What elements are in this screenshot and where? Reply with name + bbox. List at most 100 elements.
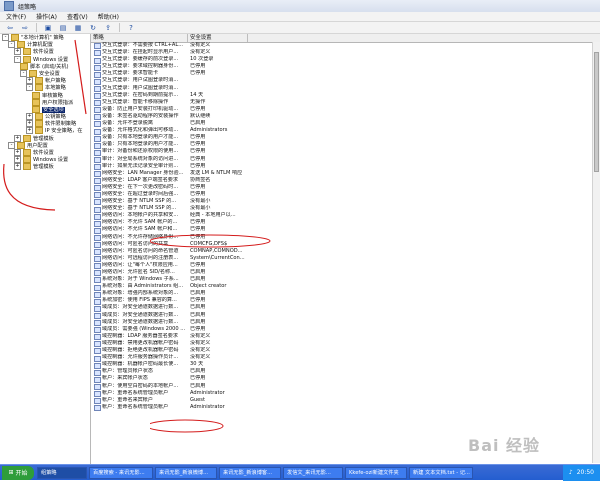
back-arrow-icon[interactable]: ⇦	[4, 22, 16, 33]
tree-item[interactable]: + 管理模板	[0, 163, 90, 171]
collapse-icon[interactable]: -	[8, 141, 15, 149]
policy-row[interactable]: 系统加密：使用 FIPS 兼容的算... 已停用	[91, 297, 600, 305]
policy-row[interactable]: 网络安全：基于 NTLM SSP 的... 没有最小	[91, 205, 600, 213]
policy-row[interactable]: 系统对象：由 Administrators 组... Object creator	[91, 283, 600, 291]
menu-file[interactable]: 文件(F)	[6, 12, 26, 21]
taskbar-button[interactable]: Kkefe-ozi新建文件夹	[345, 466, 407, 479]
collapse-icon[interactable]: -	[26, 84, 33, 92]
policy-row[interactable]: 网络访问：不允许 SAM 帐户的... 已停用	[91, 219, 600, 227]
taskbar-button[interactable]: 来讯无影_新浪微博...	[155, 466, 217, 479]
policy-row[interactable]: 设备：允许格式化和弹出可移动... Administrators	[91, 127, 600, 135]
policy-row[interactable]: 网络安全：基于 NTLM SSP 的... 没有最小	[91, 198, 600, 206]
tree-toggle-icon[interactable]: ▤	[57, 22, 69, 33]
collapse-icon[interactable]: -	[20, 69, 27, 77]
column-policy-header[interactable]: 策略	[91, 34, 188, 42]
policy-row[interactable]: 网络安全：在超过登录时间后强... 已停用	[91, 191, 600, 199]
properties-icon[interactable]: ▦	[72, 22, 84, 33]
menu-help[interactable]: 帮助(H)	[98, 12, 119, 21]
help-icon[interactable]: ?	[125, 22, 137, 33]
tree-item[interactable]: + 管理模板	[0, 134, 90, 142]
tree-item[interactable]: - "本地计算机" 策略	[0, 34, 90, 41]
policy-row[interactable]: 域控制器：LDAP 服务器签名要求 没有定义	[91, 333, 600, 341]
policy-row[interactable]: 网络访问：让"每个人"权限应用... 已停用	[91, 262, 600, 270]
tree-item[interactable]: + 软件设置	[0, 48, 90, 56]
expand-icon[interactable]: +	[14, 156, 21, 164]
policy-row[interactable]: 交互式登录：要求智能卡 已停用	[91, 70, 600, 78]
menu-action[interactable]: 操作(A)	[36, 12, 57, 21]
policy-row[interactable]: 网络访问：可匿名访问的命名管道 COMNAP,COMNOD...	[91, 248, 600, 256]
policy-row[interactable]: 交互式登录：用户试图登录时消...	[91, 85, 600, 92]
tree-item[interactable]: - Windows 设置	[0, 55, 90, 63]
up-folder-icon[interactable]: ▣	[42, 22, 54, 33]
policy-row[interactable]: 交互式登录：用户试图登录时消...	[91, 77, 600, 85]
tree-item[interactable]: 用户权限指派	[0, 98, 90, 106]
start-button[interactable]: ⊞ 开始	[2, 465, 34, 480]
policy-row[interactable]: 域成员：对安全通道数据进行数... 已启用	[91, 304, 600, 312]
export-list-icon[interactable]: ⇪	[102, 22, 114, 33]
tree-item[interactable]: 安全选项	[0, 105, 90, 113]
policy-row[interactable]: 网络安全：LAN Manager 身份验... 发送 LM & NTLM 响应	[91, 170, 600, 178]
collapse-icon[interactable]: -	[14, 55, 21, 63]
policy-row[interactable]: 域成员：对安全通道数据进行数... 已启用	[91, 312, 600, 319]
policy-row[interactable]: 域控制器：拒绝更改机器帐户密码 没有定义	[91, 347, 600, 355]
tree-item[interactable]: - 安全设置	[0, 69, 90, 77]
expand-icon[interactable]: +	[14, 48, 21, 56]
taskbar-button[interactable]: 百度搜索 - 来讯无影...	[89, 466, 153, 479]
policy-row[interactable]: 交互式登录：要求域控制器身份... 已停用	[91, 63, 600, 71]
column-security-setting-header[interactable]: 安全设置	[188, 34, 248, 42]
policy-row[interactable]: 帐户：来宾帐户状态 已停用	[91, 375, 600, 383]
policy-row[interactable]: 网络访问：不允许存储网络身份... 已停用	[91, 234, 600, 241]
expand-icon[interactable]: +	[14, 163, 21, 171]
policy-row[interactable]: 交互式登录：要缓存的前次登录... 10 次登录	[91, 56, 600, 64]
policy-row[interactable]: 网络安全：在下一次更改密码时... 已停用	[91, 184, 600, 192]
vertical-scrollbar[interactable]	[592, 42, 600, 463]
taskbar-button[interactable]: 发信文_来讯无影...	[283, 466, 343, 479]
policy-row[interactable]: 域控制器：机器帐户密码最长使... 30 天	[91, 361, 600, 369]
policy-row[interactable]: 交互式登录：不需要按 CTRL+AL... 没有定义	[91, 42, 600, 50]
expand-icon[interactable]: +	[26, 127, 33, 135]
policy-row[interactable]: 域成员：对安全通道数据进行数... 已启用	[91, 319, 600, 327]
taskbar-button[interactable]: 新建 文本文档.txt - 记...	[409, 466, 473, 479]
tree-item[interactable]: 审核策略	[0, 91, 90, 99]
policy-row[interactable]: 交互式登录：在密码到期前提示... 14 天	[91, 92, 600, 100]
policy-row[interactable]: 系统对象：对于 Windows 子系... 已启用	[91, 276, 600, 284]
policy-row[interactable]: 交互式登录：在挂起时显示用户... 没有定义	[91, 49, 600, 57]
policy-row[interactable]: 设备：允许不登录脱离 已启用	[91, 120, 600, 128]
policy-row[interactable]: 帐户：使用空白密码的本地帐户... 已启用	[91, 383, 600, 390]
policy-row[interactable]: 域控制器：禁用更改机器帐户密码 没有定义	[91, 340, 600, 348]
collapse-icon[interactable]: -	[8, 41, 15, 49]
policy-row[interactable]: 设备：只有本地登录的用户才能... 已停用	[91, 141, 600, 149]
policy-row[interactable]: 设备：未签名驱动程序的安装操作 默认继续	[91, 113, 600, 121]
expand-icon[interactable]: +	[14, 149, 21, 156]
console-tree[interactable]: - "本地计算机" 策略 - 计算机配置 + 软件设置 - Windows 设置 脚本 (启动/…	[0, 34, 91, 464]
tree-item[interactable]: - 计算机配置	[0, 41, 90, 49]
policy-row[interactable]: 设备：只有本地登录的用户才能... 已停用	[91, 134, 600, 142]
expand-icon[interactable]: +	[26, 120, 33, 128]
policy-row[interactable]: 审计：对备份和还原权限的使用... 已停用	[91, 148, 600, 156]
policy-row[interactable]: 网络访问：可远程访问的注册表... System\CurrentCon...	[91, 255, 600, 263]
expand-icon[interactable]: +	[14, 134, 21, 142]
tree-item[interactable]: + IP 安全策略，在	[0, 127, 90, 135]
expand-icon[interactable]: +	[26, 77, 33, 85]
tree-item[interactable]: + 帐户策略	[0, 77, 90, 85]
taskbar-button[interactable]: 组策略	[37, 466, 87, 479]
policy-row[interactable]: 设备：防止用户安装打印机驱动... 已停用	[91, 106, 600, 114]
policy-row[interactable]: 系统对象：增强内部系统对象的... 已启用	[91, 290, 600, 298]
policy-row[interactable]: 审计：对全局系统对象的访问进... 已停用	[91, 156, 600, 163]
policy-row[interactable]: 帐户：管理员帐户状态 已启用	[91, 368, 600, 376]
tree-item[interactable]: - 本地策略	[0, 84, 90, 92]
taskbar-button[interactable]: 来讯无影_新浪博客...	[219, 466, 281, 479]
expand-icon[interactable]: +	[26, 113, 33, 121]
tree-item[interactable]: + Windows 设置	[0, 156, 90, 164]
tree-item[interactable]: + 公钥策略	[0, 113, 90, 121]
policy-row[interactable]: 帐户：重命名来宾帐户 Guest	[91, 397, 600, 405]
tree-item[interactable]: + 软件限制策略	[0, 120, 90, 128]
policy-row[interactable]: 网络访问：本地帐户的共享和安... 经典 - 本地用户以...	[91, 212, 600, 220]
menu-view[interactable]: 查看(V)	[67, 12, 88, 21]
collapse-icon[interactable]: -	[2, 34, 9, 41]
policy-row[interactable]: 域成员：需要强 (Windows 2000 ... 已停用	[91, 326, 600, 334]
policy-row[interactable]: 审计：如果无法记录安全审计则... 已停用	[91, 163, 600, 170]
policy-row[interactable]: 网络访问：不允许 SAM 帐户和... 已停用	[91, 226, 600, 234]
policy-row[interactable]: 域控制器：允许服务器操作员计... 没有定义	[91, 354, 600, 362]
scrollbar-thumb[interactable]	[594, 52, 599, 172]
